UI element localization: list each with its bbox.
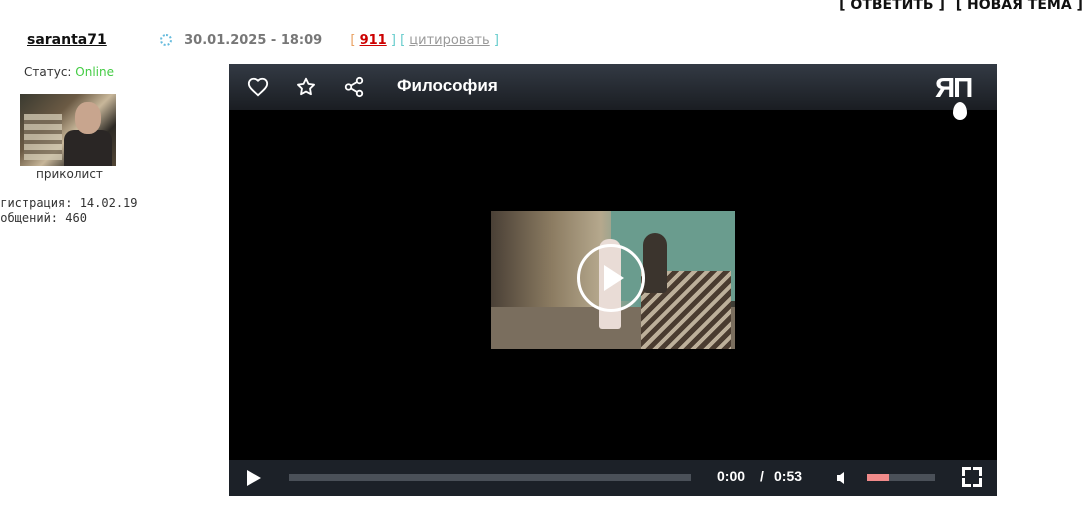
user-rank: приколист <box>36 167 103 181</box>
star-icon[interactable] <box>295 76 317 98</box>
volume-slider[interactable] <box>867 474 935 481</box>
user-status: Статус: Online <box>24 65 114 79</box>
user-info: егистрация: 14.02.19 ообщений: 460 <box>0 196 138 226</box>
quote-link[interactable]: цитировать <box>409 33 489 48</box>
site-logo[interactable]: ЯП <box>935 72 987 122</box>
current-time: 0:00 <box>717 468 746 484</box>
fullscreen-icon[interactable] <box>962 467 982 487</box>
drop-icon <box>953 102 967 120</box>
play-icon[interactable] <box>247 470 261 486</box>
post-number-link[interactable]: 911 <box>360 33 387 48</box>
share-icon[interactable] <box>343 76 365 98</box>
author-name[interactable]: saranta71 <box>27 32 107 48</box>
progress-bar[interactable] <box>289 474 691 481</box>
bracket: [ <box>350 33 356 48</box>
bracket: ] <box>493 33 499 48</box>
time-separator: / <box>760 468 764 484</box>
video-title: Философия <box>397 76 498 95</box>
big-play-icon[interactable] <box>577 244 645 312</box>
new-topic-link[interactable]: [ НОВАЯ ТЕМА ] <box>956 0 1083 13</box>
post-meta: 30.01.2025 - 18:09 [ 911 ] [ цитировать … <box>160 33 499 48</box>
bracket: ] [ <box>390 33 406 48</box>
video-player[interactable]: Философия ЯП 0:00 / 0:53 <box>229 64 997 496</box>
volume-icon[interactable] <box>835 470 851 489</box>
control-bar: 0:00 / 0:53 <box>229 460 997 496</box>
heart-icon[interactable] <box>247 76 269 98</box>
duration: 0:53 <box>774 468 803 484</box>
volume-fill <box>867 474 889 481</box>
reply-link[interactable]: [ ОТВЕТИТЬ ] <box>839 0 945 13</box>
message-count: ообщений: 460 <box>0 211 87 225</box>
avatar[interactable] <box>20 94 116 166</box>
player-header: Философия <box>229 64 997 110</box>
logo-text: ЯП <box>935 72 973 103</box>
status-label: Статус: <box>24 65 72 79</box>
post-link-icon[interactable] <box>160 34 172 46</box>
registration-date: егистрация: 14.02.19 <box>0 196 138 210</box>
status-value: Online <box>75 65 115 79</box>
topic-actions: [ ОТВЕТИТЬ ] [ НОВАЯ ТЕМА ] [ О <box>839 0 1083 13</box>
post-datetime: 30.01.2025 - 18:09 <box>184 33 323 48</box>
